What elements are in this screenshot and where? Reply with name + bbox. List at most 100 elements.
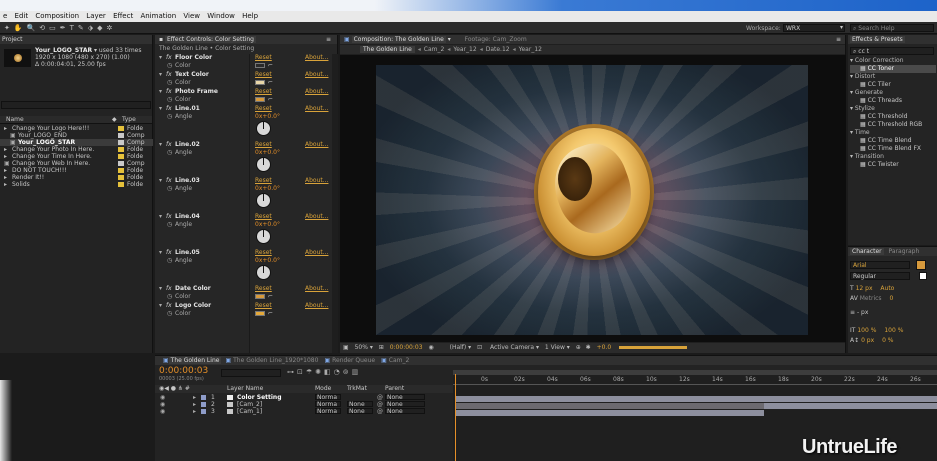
- fx-icon[interactable]: fx: [166, 285, 172, 293]
- effect-reset-link[interactable]: Reset: [255, 285, 272, 293]
- effect-controls-scrollbar[interactable]: [332, 54, 338, 353]
- effect-header[interactable]: ▾ fx Line.04 Reset About...: [155, 213, 332, 221]
- eye-icon[interactable]: ◉: [160, 408, 165, 415]
- eyedropper-icon[interactable]: ⌐: [268, 62, 273, 69]
- angle-value[interactable]: 0x+0.0°: [255, 257, 280, 264]
- exposure-value[interactable]: +0.0: [597, 344, 612, 351]
- project-list-item[interactable]: ▸ Change Your Photo In Here. Folde: [0, 146, 153, 153]
- comp-tab-close-icon[interactable]: ▾: [448, 36, 451, 43]
- angle-value[interactable]: 0x+0.0°: [255, 149, 280, 156]
- col-trkmat[interactable]: TrkMat: [347, 385, 367, 393]
- effect-header[interactable]: ▾ fx Line.03 Reset About...: [155, 177, 332, 185]
- color-swatch[interactable]: [255, 311, 265, 316]
- pickwhip-icon[interactable]: @: [377, 394, 383, 401]
- expand-triangle-icon[interactable]: ▾: [159, 54, 162, 62]
- project-list-item[interactable]: ▣ Your_LOGO_STAR Comp: [0, 139, 153, 146]
- effect-about-link[interactable]: About...: [305, 54, 328, 62]
- col-type[interactable]: Type: [122, 116, 136, 123]
- effect-category[interactable]: ▾ Color Correction: [850, 57, 936, 65]
- timeline-tab[interactable]: Cam_2: [387, 357, 412, 364]
- panel-menu-icon[interactable]: ≡: [326, 35, 331, 44]
- expand-triangle-icon[interactable]: ▾: [159, 285, 162, 293]
- effect-header[interactable]: ▾ fx Line.01 Reset About...: [155, 105, 332, 113]
- tab-composition[interactable]: Composition: The Golden Line: [351, 36, 446, 43]
- tsume-value[interactable]: 0 %: [882, 337, 893, 344]
- project-list-item[interactable]: ▸ Solids Folde: [0, 181, 153, 188]
- angle-value[interactable]: 0x+0.0°: [255, 221, 280, 228]
- layer-bar-3[interactable]: [456, 410, 764, 416]
- effect-header[interactable]: ▾ fx Date Color Reset About...: [155, 285, 332, 293]
- effect-reset-link[interactable]: Reset: [255, 54, 272, 62]
- effect-about-link[interactable]: About...: [305, 141, 328, 149]
- expand-triangle-icon[interactable]: ▸: [193, 408, 196, 415]
- color-swatch[interactable]: [255, 63, 265, 68]
- layer-bar-2b[interactable]: [764, 403, 937, 409]
- project-search-input[interactable]: [1, 101, 151, 109]
- time-ruler[interactable]: 0s 02s 04s 06s 08s 10s 12s 14s 16s 18s 20s 22s 24s 26…: [453, 376, 937, 385]
- expand-triangle-icon[interactable]: ▸: [193, 401, 196, 408]
- resolution-select[interactable]: (Half): [450, 344, 467, 351]
- timecode-display[interactable]: 0:00:00:03: [390, 344, 423, 351]
- timeline-tab[interactable]: Render Queue: [330, 357, 377, 364]
- tab-paragraph[interactable]: Paragraph: [889, 248, 920, 255]
- eyedropper-icon[interactable]: ⌐: [268, 79, 273, 86]
- layer-parent-select[interactable]: None: [385, 394, 425, 401]
- viewer-options-icon[interactable]: ▣: [343, 344, 349, 351]
- menu-window[interactable]: Window: [207, 12, 235, 20]
- effect-about-link[interactable]: About...: [305, 285, 328, 293]
- effect-header[interactable]: ▾ fx Line.05 Reset About...: [155, 249, 332, 257]
- tool-icons[interactable]: ✦✋🔍⟲▭✒T✎⬗◆✲: [4, 24, 116, 32]
- panel-menu-icon[interactable]: ≡: [836, 35, 841, 44]
- menu-animation[interactable]: Animation: [140, 12, 176, 20]
- camera-select[interactable]: Active Camera: [490, 344, 534, 351]
- pickwhip-icon[interactable]: @: [377, 408, 383, 415]
- color-swatch[interactable]: [255, 97, 265, 102]
- region-icon[interactable]: ⊡: [477, 344, 482, 351]
- expand-triangle-icon[interactable]: ▾: [159, 88, 162, 96]
- timeline-tab[interactable]: The Golden Line: [168, 357, 222, 364]
- font-size-value[interactable]: 12 px: [856, 285, 873, 292]
- effect-category[interactable]: ▾ Transition: [850, 153, 936, 161]
- layer-bar-2[interactable]: [456, 403, 764, 409]
- eyedropper-icon[interactable]: ⌐: [268, 293, 273, 300]
- effect-preset-item[interactable]: ▦ CC Threads: [850, 97, 936, 105]
- effect-about-link[interactable]: About...: [305, 302, 328, 310]
- fx-icon[interactable]: fx: [166, 71, 172, 79]
- expand-triangle-icon[interactable]: ▾: [159, 141, 162, 149]
- breadcrumb-item[interactable]: Date.12: [486, 46, 510, 53]
- fx-icon[interactable]: fx: [166, 105, 172, 113]
- effect-reset-link[interactable]: Reset: [255, 213, 272, 221]
- snapshot-icon[interactable]: ◉: [428, 344, 433, 351]
- timeline-tab[interactable]: The Golden Line_1920*1080: [231, 357, 320, 364]
- layer-parent-select[interactable]: None: [385, 401, 425, 408]
- project-list-item[interactable]: ▣ Your_LOGO_END Comp: [0, 132, 153, 139]
- eye-icon[interactable]: ◉: [160, 401, 165, 408]
- expand-triangle-icon[interactable]: ▾: [159, 213, 162, 221]
- effect-header[interactable]: ▾ fx Photo Frame Reset About...: [155, 88, 332, 96]
- effect-preset-item[interactable]: ▦ CC Time Blend: [850, 137, 936, 145]
- stopwatch-icon[interactable]: ◷: [167, 310, 172, 317]
- playhead[interactable]: [455, 374, 456, 461]
- eye-icon[interactable]: ◉: [160, 394, 165, 401]
- label-color-chip[interactable]: [201, 395, 206, 400]
- stopwatch-icon[interactable]: ◷: [167, 113, 172, 120]
- expand-triangle-icon[interactable]: ▾: [159, 105, 162, 113]
- effect-category[interactable]: ▾ Distort: [850, 73, 936, 81]
- menu-e[interactable]: e: [3, 12, 7, 20]
- font-style-select[interactable]: Regular: [850, 272, 910, 280]
- effect-reset-link[interactable]: Reset: [255, 177, 272, 185]
- layer-trkmat-select[interactable]: None: [347, 401, 373, 408]
- tab-project[interactable]: Project: [2, 36, 23, 43]
- tab-effects-presets[interactable]: Effects & Presets: [850, 36, 905, 43]
- timeline-switch-icons[interactable]: ⊶⊡☂✺◧◔⊚▥: [287, 368, 361, 376]
- angle-dial[interactable]: [256, 121, 271, 136]
- breadcrumb-item[interactable]: Year_12: [519, 46, 542, 53]
- render-icon[interactable]: ⊕: [576, 344, 581, 351]
- col-parent[interactable]: Parent: [385, 385, 404, 393]
- effect-header[interactable]: ▾ fx Text Color Reset About...: [155, 71, 332, 79]
- color-swatch[interactable]: [255, 294, 265, 299]
- work-area-bar[interactable]: [453, 370, 937, 375]
- effects-search-input[interactable]: ⌕ cc t: [850, 47, 934, 55]
- effect-category[interactable]: ▾ Generate: [850, 89, 936, 97]
- stopwatch-icon[interactable]: ◷: [167, 221, 172, 228]
